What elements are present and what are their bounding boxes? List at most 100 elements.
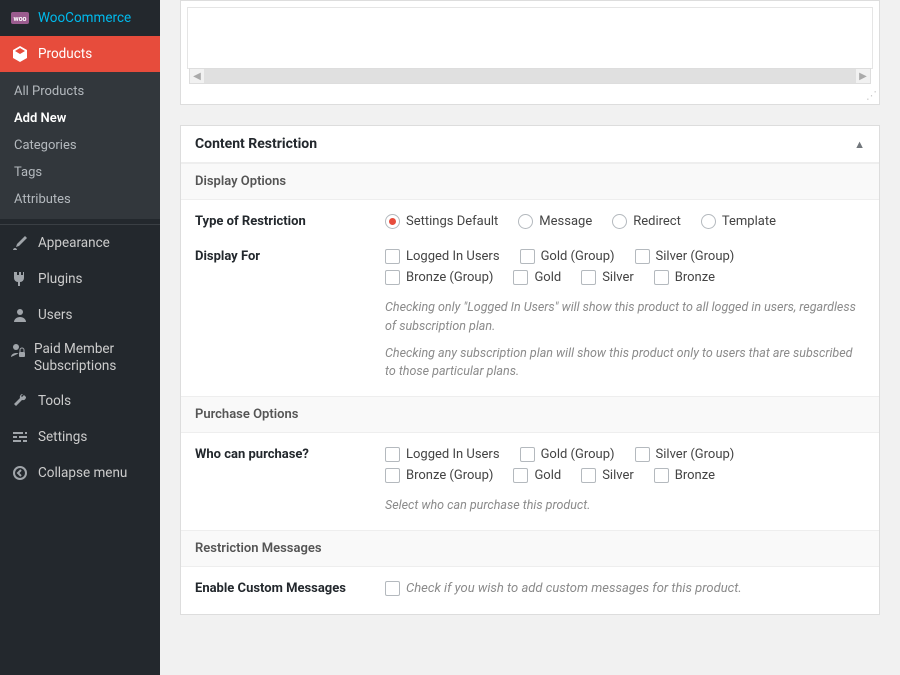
check-silver[interactable]: Silver: [581, 270, 634, 285]
sidebar-label: Paid Member Subscriptions: [34, 341, 150, 375]
display-for-controls: Logged In Users Gold (Group) Silver (Gro…: [385, 249, 865, 382]
submenu-add-new[interactable]: Add New: [0, 105, 160, 132]
radio-redirect[interactable]: Redirect: [612, 214, 681, 229]
sidebar-label: Settings: [38, 429, 87, 445]
user-icon: [10, 305, 30, 325]
radio-icon: [518, 214, 533, 229]
checkbox-icon: [581, 270, 596, 285]
section-purchase-options: Purchase Options: [181, 396, 879, 433]
resize-handle-icon[interactable]: ⋰: [866, 89, 875, 102]
field-label: Display For: [195, 249, 385, 264]
checkbox-icon: [581, 468, 596, 483]
check-gold-group[interactable]: Gold (Group): [520, 447, 615, 462]
checkbox-icon: [520, 447, 535, 462]
sidebar-label: WooCommerce: [38, 10, 131, 26]
app-root: woo WooCommerce Products All Products Ad…: [0, 0, 900, 675]
checkbox-icon: [635, 447, 650, 462]
panel-title: Content Restriction: [195, 136, 317, 152]
sidebar-item-tools[interactable]: Tools: [0, 383, 160, 419]
sidebar-label: Plugins: [38, 271, 83, 287]
hint-text: Checking only "Logged In Users" will sho…: [385, 299, 865, 337]
admin-sidebar: woo WooCommerce Products All Products Ad…: [0, 0, 160, 675]
submenu-all-products[interactable]: All Products: [0, 78, 160, 105]
checkbox-icon: [513, 468, 528, 483]
hint-text: Select who can purchase this product.: [385, 497, 865, 516]
field-enable-custom-messages: Enable Custom Messages Check if you wish…: [181, 567, 879, 614]
sidebar-item-collapse[interactable]: Collapse menu: [0, 455, 160, 491]
sidebar-item-pms[interactable]: Paid Member Subscriptions: [0, 333, 160, 383]
field-label: Who can purchase?: [195, 447, 385, 462]
scroll-track[interactable]: [204, 69, 856, 83]
horizontal-scrollbar[interactable]: ◀ ▶: [189, 68, 871, 84]
sidebar-label: Users: [38, 307, 72, 323]
sidebar-label: Appearance: [38, 235, 110, 251]
editor-canvas[interactable]: [187, 7, 873, 69]
check-bronze-group[interactable]: Bronze (Group): [385, 468, 493, 483]
scroll-right-icon[interactable]: ▶: [856, 71, 870, 82]
editor-area[interactable]: ◀ ▶ ⋰: [180, 0, 880, 105]
check-gold-group[interactable]: Gold (Group): [520, 249, 615, 264]
radio-settings-default[interactable]: Settings Default: [385, 214, 498, 229]
collapse-triangle-icon[interactable]: ▲: [854, 138, 865, 151]
radio-icon: [612, 214, 627, 229]
checkbox-icon: [385, 270, 400, 285]
field-display-for: Display For Logged In Users Gold (Group)…: [181, 249, 879, 396]
panel-header[interactable]: Content Restriction ▲: [181, 126, 879, 163]
check-silver[interactable]: Silver: [581, 468, 634, 483]
collapse-icon: [10, 463, 30, 483]
sidebar-item-appearance[interactable]: Appearance: [0, 225, 160, 261]
svg-text:woo: woo: [13, 15, 26, 23]
submenu-tags[interactable]: Tags: [0, 159, 160, 186]
enable-custom-messages-controls: Check if you wish to add custom messages…: [385, 581, 865, 600]
checkbox-icon: [520, 249, 535, 264]
sidebar-label: Collapse menu: [38, 465, 127, 481]
radio-message[interactable]: Message: [518, 214, 592, 229]
checkbox-icon: [385, 447, 400, 462]
sidebar-label: Products: [38, 46, 92, 62]
radio-template[interactable]: Template: [701, 214, 776, 229]
field-label: Type of Restriction: [195, 214, 385, 229]
field-type-of-restriction: Type of Restriction Settings Default Mes…: [181, 200, 879, 249]
check-logged-in-users[interactable]: Logged In Users: [385, 249, 500, 264]
check-bronze-group[interactable]: Bronze (Group): [385, 270, 493, 285]
checkbox-icon: [635, 249, 650, 264]
section-restriction-messages: Restriction Messages: [181, 530, 879, 567]
checkbox-icon: [385, 581, 400, 596]
field-label: Enable Custom Messages: [195, 581, 385, 596]
submenu-categories[interactable]: Categories: [0, 132, 160, 159]
field-who-can-purchase: Who can purchase? Logged In Users Gold (…: [181, 433, 879, 530]
checkbox-icon: [385, 468, 400, 483]
check-silver-group[interactable]: Silver (Group): [635, 447, 735, 462]
restriction-type-radios: Settings Default Message Redirect Templa…: [385, 214, 865, 235]
check-logged-in-users[interactable]: Logged In Users: [385, 447, 500, 462]
sidebar-item-settings[interactable]: Settings: [0, 419, 160, 455]
radio-icon: [385, 214, 400, 229]
main-content: ◀ ▶ ⋰ Content Restriction ▲ Display Opti…: [160, 0, 900, 675]
check-gold[interactable]: Gold: [513, 270, 561, 285]
checkbox-icon: [513, 270, 528, 285]
check-bronze[interactable]: Bronze: [654, 468, 715, 483]
check-enable-custom-messages[interactable]: Check if you wish to add custom messages…: [385, 581, 742, 596]
sidebar-item-products[interactable]: Products: [0, 36, 160, 72]
check-gold[interactable]: Gold: [513, 468, 561, 483]
sidebar-item-plugins[interactable]: Plugins: [0, 261, 160, 297]
scroll-left-icon[interactable]: ◀: [190, 71, 204, 82]
checkbox-icon: [654, 270, 669, 285]
submenu-attributes[interactable]: Attributes: [0, 186, 160, 213]
sliders-icon: [10, 427, 30, 447]
sidebar-label: Tools: [38, 393, 71, 409]
section-display-options: Display Options: [181, 163, 879, 200]
checkbox-icon: [654, 468, 669, 483]
woocommerce-icon: woo: [10, 8, 30, 28]
who-can-purchase-controls: Logged In Users Gold (Group) Silver (Gro…: [385, 447, 865, 516]
products-submenu: All Products Add New Categories Tags Att…: [0, 72, 160, 219]
lock-user-icon: [10, 341, 26, 361]
sidebar-item-woocommerce[interactable]: woo WooCommerce: [0, 0, 160, 36]
check-bronze[interactable]: Bronze: [654, 270, 715, 285]
sidebar-item-users[interactable]: Users: [0, 297, 160, 333]
hint-text: Checking any subscription plan will show…: [385, 345, 865, 383]
radio-icon: [701, 214, 716, 229]
brush-icon: [10, 233, 30, 253]
check-silver-group[interactable]: Silver (Group): [635, 249, 735, 264]
checkbox-icon: [385, 249, 400, 264]
